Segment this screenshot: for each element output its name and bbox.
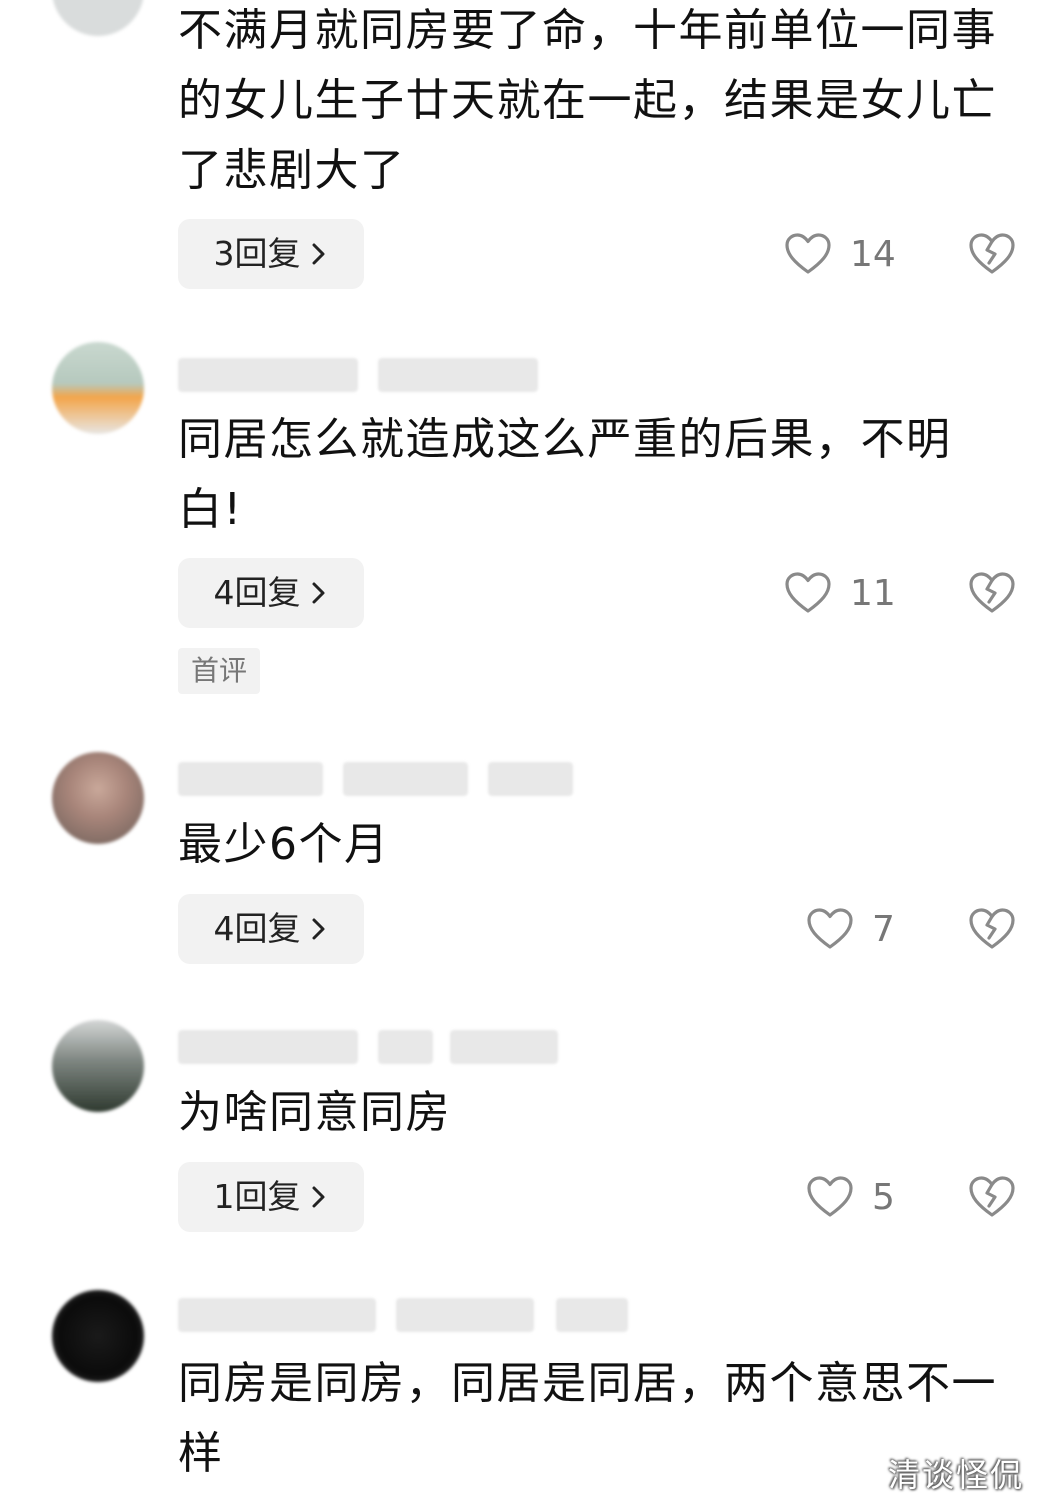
comment-text: 同居怎么就造成这么严重的后果，不明白!	[178, 414, 952, 535]
like-count: 14	[850, 233, 896, 275]
reply-count-button[interactable]: 3回复	[178, 219, 364, 289]
heart-outline-icon	[785, 572, 831, 613]
broken-heart-icon[interactable]	[968, 571, 1016, 615]
like-count: 11	[850, 572, 896, 614]
heart-outline-icon	[807, 1176, 853, 1217]
avatar[interactable]	[52, 752, 144, 844]
like-count: 7	[872, 908, 895, 950]
avatar[interactable]	[52, 1290, 144, 1382]
reply-count-button[interactable]: 4回复	[178, 558, 364, 628]
reply-count-label: 4回复	[213, 909, 301, 948]
chevron-right-icon	[312, 243, 324, 265]
like-button[interactable]: 14	[784, 219, 896, 289]
avatar[interactable]	[52, 1020, 144, 1112]
broken-heart-icon[interactable]	[968, 232, 1016, 276]
reply-count-button[interactable]: 4回复	[178, 894, 364, 964]
like-count: 5	[872, 1176, 895, 1218]
like-button[interactable]: 7	[806, 894, 895, 964]
reply-count-label: 4回复	[213, 573, 301, 612]
reply-count-label: 1回复	[213, 1177, 301, 1216]
broken-heart-icon[interactable]	[968, 907, 1016, 951]
comment-text: 同房是同房，同居是同居，两个意思不一样	[178, 1358, 997, 1479]
like-button[interactable]: 11	[784, 558, 896, 628]
chevron-right-icon	[312, 582, 324, 604]
avatar[interactable]	[52, 0, 144, 36]
like-button[interactable]: 5	[806, 1162, 895, 1232]
chevron-right-icon	[312, 1186, 324, 1208]
reply-count-button[interactable]: 1回复	[178, 1162, 364, 1232]
broken-heart-icon[interactable]	[968, 1175, 1016, 1219]
first-comment-badge: 首评	[178, 648, 260, 694]
chevron-right-icon	[312, 918, 324, 940]
heart-outline-icon	[785, 233, 831, 274]
avatar[interactable]	[52, 342, 144, 434]
watermark: 清谈怪侃	[887, 1456, 1024, 1494]
heart-outline-icon	[807, 908, 853, 949]
reply-count-label: 3回复	[213, 234, 301, 273]
comment-text: 不满月就同房要了命，十年前单位一同事的女儿生子廿天就在一起，结果是女儿亡了悲剧大…	[178, 5, 997, 196]
comment-text: 为啥同意同房	[178, 1087, 451, 1138]
comment-text: 最少6个月	[178, 819, 390, 870]
